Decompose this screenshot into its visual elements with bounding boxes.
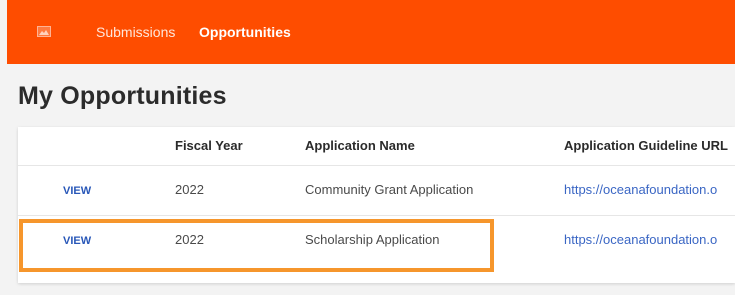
view-link[interactable]: VIEW (63, 185, 91, 197)
table-header-row: Fiscal Year Application Name Application… (18, 127, 735, 166)
image-icon-glyph (39, 30, 49, 35)
table-row: VIEW 2022 Scholarship Application https:… (18, 215, 735, 267)
guideline-url-link[interactable]: https://oceanafoundation.o (564, 182, 717, 197)
view-link[interactable]: VIEW (63, 235, 91, 247)
column-header-fiscal-year[interactable]: Fiscal Year (175, 138, 243, 153)
opportunities-table: Fiscal Year Application Name Application… (18, 127, 735, 283)
application-name-cell: Community Grant Application (305, 182, 474, 197)
nav-opportunities[interactable]: Opportunities (199, 24, 291, 40)
nav-submissions[interactable]: Submissions (96, 24, 175, 40)
fiscal-year-cell: 2022 (175, 232, 204, 247)
image-icon[interactable] (37, 26, 51, 37)
fiscal-year-cell: 2022 (175, 182, 204, 197)
table-row: VIEW 2022 Community Grant Application ht… (18, 165, 735, 216)
page-title: My Opportunities (18, 82, 227, 110)
column-header-application-name[interactable]: Application Name (305, 138, 415, 153)
column-header-guideline-url[interactable]: Application Guideline URL (564, 138, 728, 153)
app-window: Submissions Opportunities My Opportuniti… (0, 0, 735, 295)
application-name-cell: Scholarship Application (305, 232, 440, 247)
top-navigation-bar: Submissions Opportunities (7, 0, 735, 64)
guideline-url-link[interactable]: https://oceanafoundation.o (564, 232, 717, 247)
